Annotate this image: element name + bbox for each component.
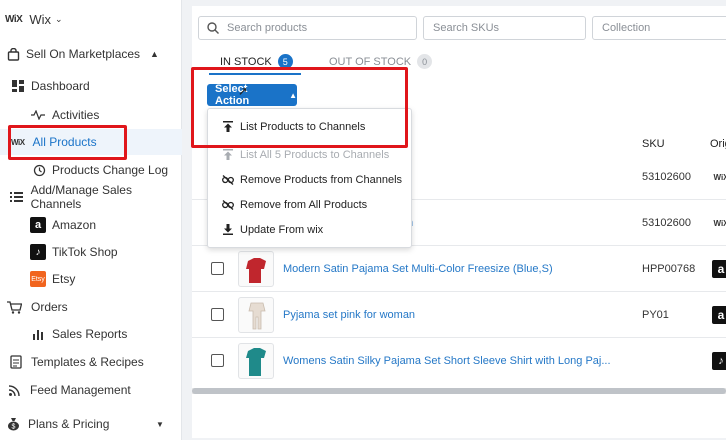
sidebar-item-label: Add/Manage Sales Channels xyxy=(30,183,132,211)
chevron-up-icon: ▲ xyxy=(150,49,159,59)
dashboard-icon xyxy=(10,78,26,94)
menu-item-label: List All 5 Products to Channels xyxy=(240,148,390,161)
sidebar-item-label: Products Change Log xyxy=(52,163,169,177)
unlink-icon xyxy=(222,174,234,185)
sidebar-item-label: Amazon xyxy=(52,218,97,232)
caret-down-icon: ▼ xyxy=(156,419,164,429)
product-sku: 53102600 xyxy=(642,171,691,183)
sidebar-item-plans-pricing[interactable]: $ Plans & Pricing ▼ xyxy=(0,411,182,437)
sidebar-item-label: Plans & Pricing xyxy=(28,417,110,431)
product-thumbnail xyxy=(238,251,274,287)
activity-icon xyxy=(30,107,46,123)
sidebar-item-templates-recipes[interactable]: Templates & Recipes xyxy=(0,349,182,375)
sidebar-item-feed-management[interactable]: Feed Management xyxy=(0,377,182,403)
row-checkbox[interactable] xyxy=(211,308,224,321)
sidebar-item-add-manage-sales-channels[interactable]: Add/Manage Sales Channels xyxy=(0,183,182,211)
tab-label: OUT OF STOCK xyxy=(329,55,412,68)
amazon-logo: a xyxy=(712,260,726,278)
search-input[interactable]: Search products xyxy=(198,16,417,40)
collection-select[interactable]: Collection xyxy=(592,16,726,40)
table-row[interactable]: Modern Satin Pajama Set Multi-Color Free… xyxy=(192,246,726,292)
sidebar-item-label: Dashboard xyxy=(31,79,90,93)
dollar-bag-icon: $ xyxy=(5,416,21,432)
highlight-box-select-action xyxy=(191,67,408,148)
product-sku: HPP00768 xyxy=(642,263,696,275)
sidebar-item-products-change-log[interactable]: Products Change Log xyxy=(0,157,182,183)
wix-logo: WiX xyxy=(713,172,726,182)
list-icon xyxy=(9,189,25,205)
app-switcher[interactable]: WiX Wix ⌄ xyxy=(0,6,182,32)
sidebar-item-sales-reports[interactable]: Sales Reports xyxy=(0,321,182,347)
product-thumbnail xyxy=(238,297,274,333)
sidebar-item-label: Activities xyxy=(52,108,100,122)
sidebar-item-label: Sales Reports xyxy=(52,327,128,341)
count-badge: 0 xyxy=(417,54,433,69)
product-sku: PY01 xyxy=(642,309,669,321)
download-icon xyxy=(222,224,234,235)
sidebar-item-dashboard[interactable]: Dashboard xyxy=(0,73,182,99)
svg-text:$: $ xyxy=(11,424,15,431)
sidebar: WiX Wix ⌄ Sell On Marketplaces ▲ Dashboa… xyxy=(0,0,182,440)
sidebar-item-label: Orders xyxy=(31,300,68,314)
menu-item-remove-from-channels[interactable]: Remove Products from Channels xyxy=(208,167,413,192)
collection-placeholder: Collection xyxy=(602,22,651,34)
product-name-link[interactable]: Pyjama set pink for woman xyxy=(283,309,415,321)
sidebar-item-tiktok-shop[interactable]: ♪ TikTok Shop xyxy=(0,239,182,265)
row-checkbox[interactable] xyxy=(211,354,224,367)
tiktok-logo: ♪ xyxy=(712,352,726,370)
sidebar-item-label: Feed Management xyxy=(30,383,131,397)
sidebar-item-label: TikTok Shop xyxy=(52,245,118,259)
scrollbar-thumb[interactable] xyxy=(192,388,726,394)
bag-icon xyxy=(5,46,21,62)
amazon-icon: a xyxy=(30,217,46,233)
sku-search-input[interactable]: Search SKUs xyxy=(423,16,586,40)
tab-label: IN STOCK xyxy=(220,55,272,68)
unlink-icon xyxy=(222,199,234,210)
menu-item-update-from-wix[interactable]: Update From wix xyxy=(208,217,413,242)
sidebar-item-sell-on-marketplaces[interactable]: Sell On Marketplaces ▲ xyxy=(0,41,182,67)
history-icon xyxy=(31,162,47,178)
wix-logo: WiX xyxy=(5,13,23,25)
search-placeholder: Search products xyxy=(227,22,308,34)
sidebar-item-amazon[interactable]: a Amazon xyxy=(0,212,182,238)
wix-logo: WiX xyxy=(713,218,726,228)
rss-icon xyxy=(6,382,22,398)
search-icon xyxy=(207,22,219,34)
amazon-logo: a xyxy=(712,306,726,324)
column-header-sku: SKU xyxy=(642,138,665,150)
menu-item-label: Remove Products from Channels xyxy=(240,173,403,186)
sidebar-item-label: Sell On Marketplaces xyxy=(26,47,141,61)
etsy-icon: Etsy xyxy=(30,271,46,287)
menu-item-remove-from-all[interactable]: Remove from All Products xyxy=(208,192,413,217)
product-thumbnail xyxy=(238,343,274,379)
menu-item-label: Remove from All Products xyxy=(240,198,368,211)
sidebar-item-orders[interactable]: Orders xyxy=(0,294,182,320)
product-name-link[interactable]: Modern Satin Pajama Set Multi-Color Free… xyxy=(283,263,553,275)
product-sku: 53102600 xyxy=(642,217,691,229)
sidebar-item-label: Etsy xyxy=(52,272,76,286)
app-title: Wix xyxy=(29,11,51,27)
menu-item-label: Update From wix xyxy=(240,223,324,236)
tiktok-icon: ♪ xyxy=(30,244,46,260)
column-header-origin: Origi xyxy=(710,138,726,150)
bar-chart-icon xyxy=(30,326,46,342)
cart-icon xyxy=(6,299,22,315)
product-name-link[interactable]: Womens Satin Silky Pajama Set Short Slee… xyxy=(283,355,611,367)
row-checkbox[interactable] xyxy=(211,262,224,275)
sku-search-placeholder: Search SKUs xyxy=(433,22,500,34)
document-icon xyxy=(8,354,24,370)
table-row[interactable]: Womens Satin Silky Pajama Set Short Slee… xyxy=(192,338,726,384)
main-content: Search products Search SKUs Collection I… xyxy=(182,0,726,440)
table-row[interactable]: Pyjama set pink for woman PY01 a xyxy=(192,292,726,338)
sidebar-item-etsy[interactable]: Etsy Etsy xyxy=(0,266,182,292)
highlight-box-all-products xyxy=(8,125,127,160)
sidebar-item-label: Templates & Recipes xyxy=(31,355,144,369)
upload-icon xyxy=(222,149,234,160)
chevron-down-icon: ⌄ xyxy=(54,13,63,24)
